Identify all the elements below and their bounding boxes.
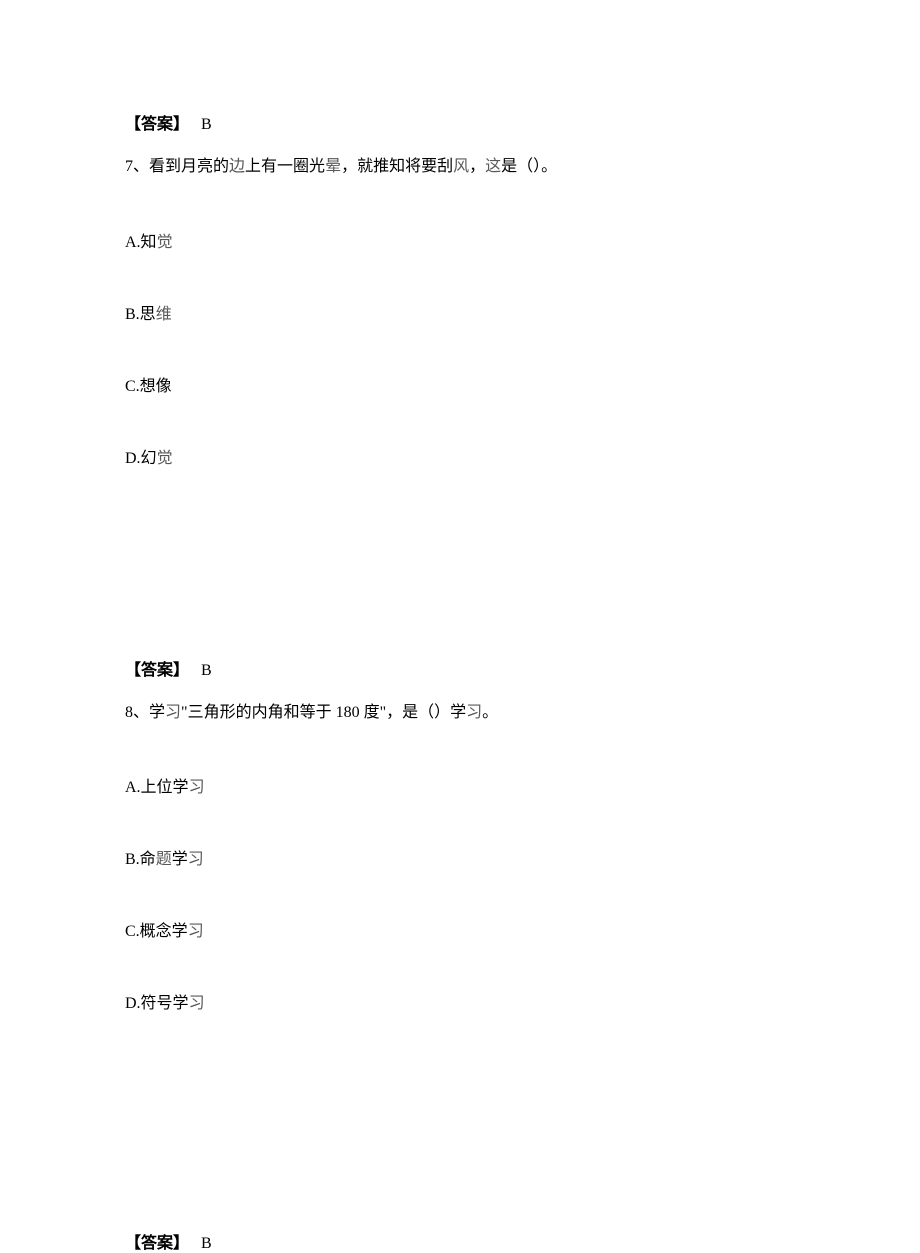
option-gray: 习	[189, 779, 205, 796]
q7-option-b: B.思维	[125, 300, 795, 324]
q8-text-gray-1: 习	[165, 704, 181, 721]
option-text: D.符号学	[125, 995, 189, 1012]
option-text: B.命	[125, 851, 156, 868]
q7-prev-answer: 【答案】 B	[125, 110, 795, 134]
q7-text-5: 是（）。	[501, 158, 557, 175]
answer-label: 【答案】	[125, 116, 189, 133]
option-text: B.思	[125, 306, 156, 323]
answer-value: B	[201, 116, 212, 133]
option-gray-1: 题	[156, 851, 172, 868]
option-text: A.上位学	[125, 779, 189, 796]
question-number: 7、	[125, 158, 149, 175]
q8-option-c: C.概念学习	[125, 917, 795, 941]
option-text: D.幻	[125, 450, 157, 467]
answer-label: 【答案】	[125, 662, 189, 679]
q7-text-gray-1: 边	[229, 158, 245, 175]
option-gray: 习	[189, 995, 205, 1012]
option-gray: 觉	[157, 234, 173, 251]
option-gray-2: 习	[188, 851, 204, 868]
q7-text-gray-4: 这	[485, 158, 501, 175]
q8-answer: 【答案】 B	[125, 1229, 795, 1253]
option-text: C.概念学	[125, 923, 188, 940]
q7-text-4: ，	[469, 158, 485, 175]
q8-option-b: B.命题学习	[125, 845, 795, 869]
answer-value: B	[201, 662, 212, 679]
option-text: A.知	[125, 234, 157, 251]
q8-text-1: 学	[149, 704, 165, 721]
q7-text-1: 看到月亮的	[149, 158, 229, 175]
q8-text-3: 。	[482, 704, 498, 721]
q7-text-gray-3: 风	[453, 158, 469, 175]
answer-value: B	[201, 1235, 212, 1252]
q8-text-2: "三角形的内角和等于 180 度"，是（）学	[181, 704, 466, 721]
option-text: C.想像	[125, 378, 172, 395]
q7-option-d: D.幻觉	[125, 444, 795, 468]
q7-text-3: ，就推知将要刮	[341, 158, 453, 175]
answer-label: 【答案】	[125, 1235, 189, 1252]
q7-text-2: 上有一圈光	[245, 158, 325, 175]
q7-option-a: A.知觉	[125, 228, 795, 252]
question-7: 7、看到月亮的边上有一圈光晕，就推知将要刮风，这是（）。	[125, 154, 795, 180]
q8-option-d: D.符号学习	[125, 989, 795, 1013]
option-gray: 觉	[157, 450, 173, 467]
q7-answer: 【答案】 B	[125, 656, 795, 680]
question-8: 8、学习"三角形的内角和等于 180 度"，是（）学习。	[125, 700, 795, 726]
q8-text-gray-2: 习	[466, 704, 482, 721]
question-number: 8、	[125, 704, 149, 721]
option-gray: 维	[156, 306, 172, 323]
q7-text-gray-2: 晕	[325, 158, 341, 175]
option-mid: 学	[172, 851, 188, 868]
option-gray: 习	[188, 923, 204, 940]
q7-option-c: C.想像	[125, 372, 795, 396]
q8-option-a: A.上位学习	[125, 773, 795, 797]
